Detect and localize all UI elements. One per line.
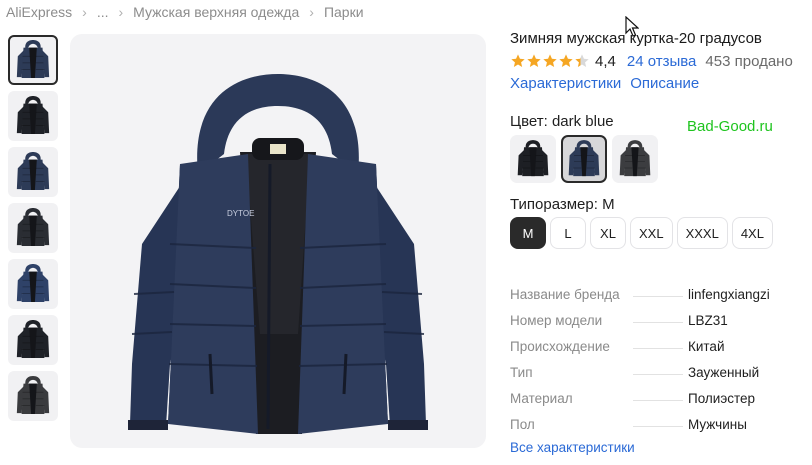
spec-row: Тип Зауженный xyxy=(510,354,805,380)
thumbnail-2[interactable] xyxy=(8,91,58,141)
rating-row: 4,4 24 отзыва 453 продано xyxy=(510,50,810,72)
size-option-xxl[interactable]: XXL xyxy=(630,217,673,249)
spec-value: Китай xyxy=(688,339,725,354)
chevron-right-icon: › xyxy=(82,4,87,20)
spec-divider xyxy=(633,374,683,375)
star-icon xyxy=(558,53,574,69)
thumbnail-1[interactable] xyxy=(8,35,58,85)
spec-row: Происхождение Китай xyxy=(510,328,805,354)
characteristics-link[interactable]: Характеристики xyxy=(510,75,621,92)
star-icon xyxy=(574,53,590,69)
spec-row: Номер модели LBZ31 xyxy=(510,302,805,328)
spec-key: Название бренда xyxy=(510,287,620,302)
spec-row: Название бренда linfengxiangzi xyxy=(510,276,805,302)
size-option-4xl[interactable]: 4XL xyxy=(731,217,773,249)
spec-value: Полиэстер xyxy=(688,391,756,406)
color-swatch-dark-blue[interactable] xyxy=(561,135,607,183)
reviews-link[interactable]: 24 отзыва xyxy=(627,53,697,70)
size-option-xl[interactable]: XL xyxy=(590,217,626,249)
spec-key: Происхождение xyxy=(510,339,610,354)
jacket-thumbnail-image xyxy=(16,208,50,247)
rating-value: 4,4 xyxy=(595,52,616,70)
all-specs-link[interactable]: Все характеристики xyxy=(510,440,805,455)
color-swatches xyxy=(510,135,663,183)
spec-key: Пол xyxy=(510,417,535,432)
chevron-right-icon: › xyxy=(118,4,124,20)
spec-row: Материал Полиэстер xyxy=(510,380,805,406)
rating-stars xyxy=(510,53,590,69)
jacket-thumbnail-image xyxy=(16,264,50,303)
jacket-thumbnail-image xyxy=(16,376,50,415)
spec-value: Зауженный xyxy=(688,365,760,380)
main-product-image[interactable]: DYTOE xyxy=(70,34,486,448)
jacket-thumbnail-image xyxy=(16,96,50,135)
thumbnail-strip xyxy=(8,35,60,427)
specs-table: Название бренда linfengxiangzi Номер модел… xyxy=(510,276,805,455)
chevron-right-icon: › xyxy=(309,4,314,20)
breadcrumb-ellipsis[interactable]: ... xyxy=(97,4,109,20)
thumbnail-7[interactable] xyxy=(8,371,58,421)
size-option-l[interactable]: L xyxy=(550,217,586,249)
size-label: Типоразмер: M xyxy=(510,196,615,213)
spec-divider xyxy=(633,426,683,427)
spec-divider xyxy=(633,400,683,401)
thumbnail-4[interactable] xyxy=(8,203,58,253)
breadcrumb-aliexpress[interactable]: AliExpress xyxy=(6,4,72,20)
jacket-thumbnail-image xyxy=(16,40,50,79)
sold-count: 453 продано xyxy=(705,52,793,70)
jacket-thumbnail-image xyxy=(16,320,50,359)
spec-divider xyxy=(633,322,683,323)
thumbnail-5[interactable] xyxy=(8,259,58,309)
thumbnail-3[interactable] xyxy=(8,147,58,197)
spec-key: Материал xyxy=(510,391,573,406)
jacket-swatch-image xyxy=(619,140,651,177)
color-swatch-black[interactable] xyxy=(510,135,556,183)
spec-value: LBZ31 xyxy=(688,313,728,328)
star-icon xyxy=(526,53,542,69)
spec-divider xyxy=(633,348,683,349)
product-links: Характеристики Описание xyxy=(510,75,810,92)
jacket-swatch-image xyxy=(517,140,549,177)
star-icon xyxy=(542,53,558,69)
product-title: Зимняя мужская куртка-20 градусов xyxy=(510,30,762,47)
star-icon xyxy=(510,53,526,69)
breadcrumb-outerwear[interactable]: Мужская верхняя одежда xyxy=(133,4,299,20)
spec-divider xyxy=(633,296,683,297)
spec-key: Номер модели xyxy=(510,313,603,328)
spec-key: Тип xyxy=(510,365,533,380)
breadcrumb-parkas[interactable]: Парки xyxy=(324,4,364,20)
color-label: Цвет: dark blue xyxy=(510,113,614,130)
jacket-image: DYTOE xyxy=(128,74,428,434)
jacket-swatch-image xyxy=(568,140,600,177)
mouse-cursor-icon xyxy=(625,16,639,37)
color-swatch-gray[interactable] xyxy=(612,135,658,183)
jacket-thumbnail-image xyxy=(16,152,50,191)
size-option-m[interactable]: M xyxy=(510,217,546,249)
watermark: Bad-Good.ru xyxy=(687,118,773,135)
size-options: M L XL XXL XXXL 4XL xyxy=(510,217,777,249)
breadcrumb: AliExpress › ... › Мужская верхняя одежд… xyxy=(6,3,364,21)
spec-value: linfengxiangzi xyxy=(688,287,770,302)
spec-row: Пол Мужчины xyxy=(510,406,805,432)
description-link[interactable]: Описание xyxy=(630,75,699,92)
product-info: Зимняя мужская куртка-20 градусов 4,4 24… xyxy=(510,29,810,92)
spec-value: Мужчины xyxy=(688,417,747,432)
thumbnail-6[interactable] xyxy=(8,315,58,365)
size-option-xxxl[interactable]: XXXL xyxy=(676,217,728,249)
jacket-logo: DYTOE xyxy=(227,209,254,218)
